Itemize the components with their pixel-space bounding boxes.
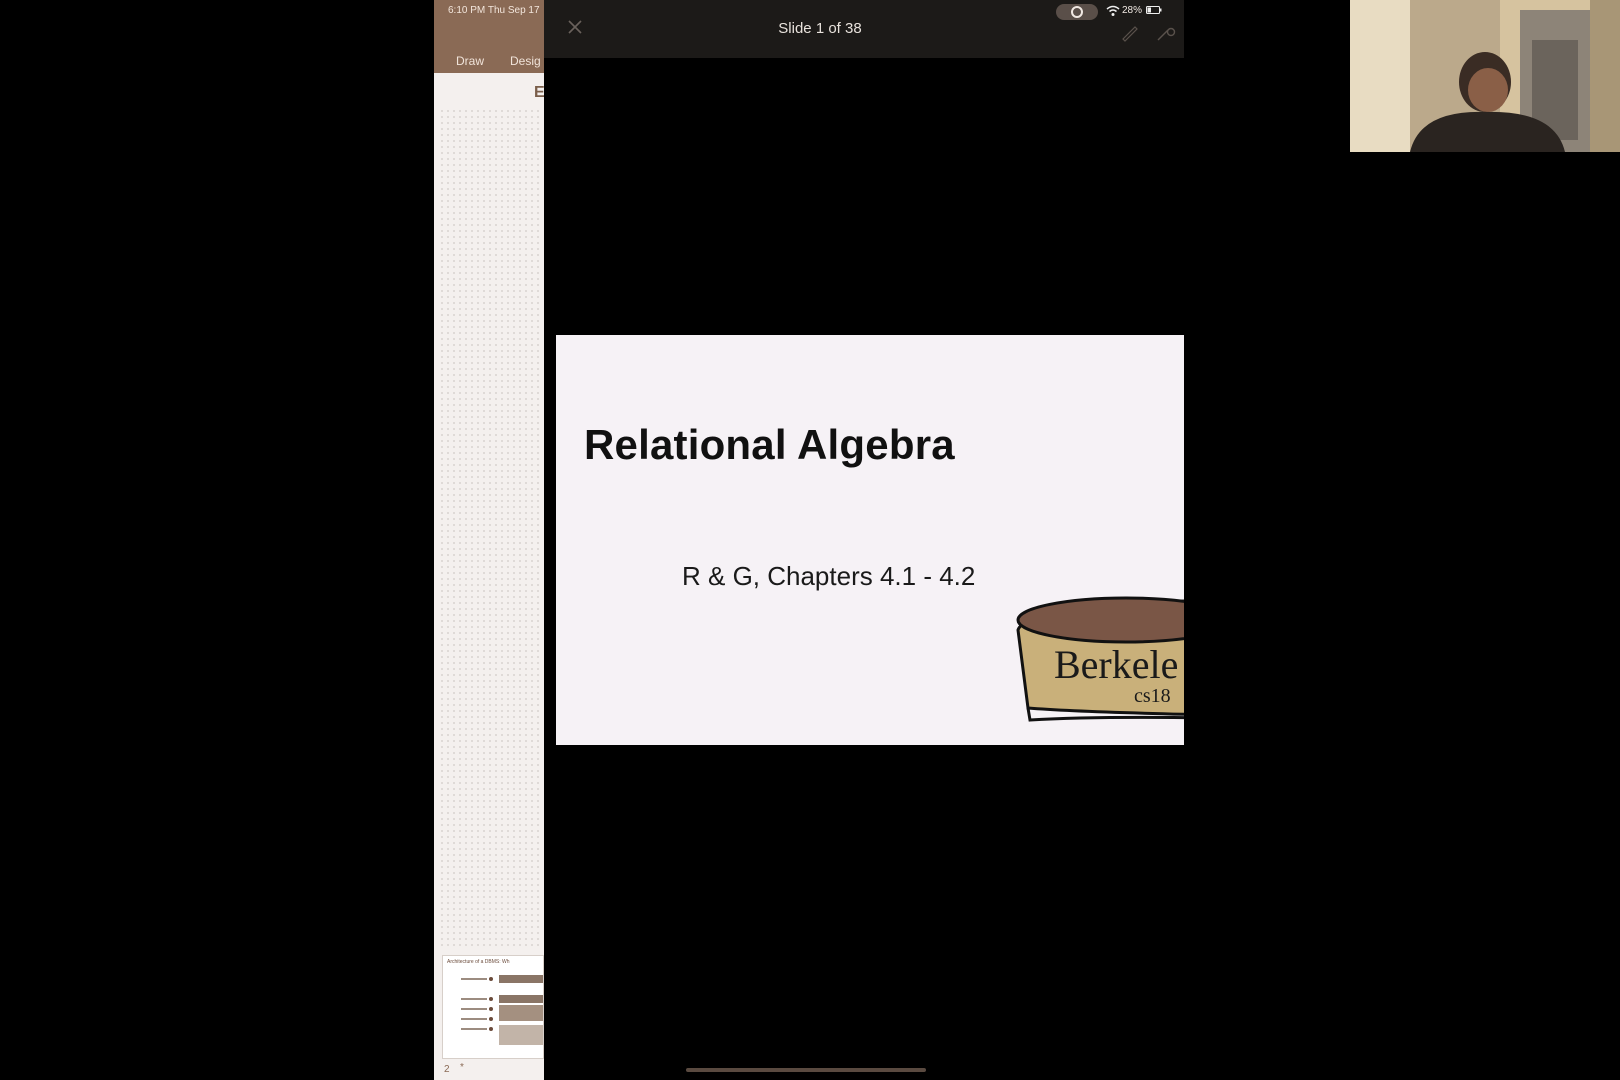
slide-counter: Slide 1 of 38 (778, 20, 862, 37)
wifi-icon (1106, 5, 1120, 16)
slide: Relational Algebra R & G, Chapters 4.1 -… (556, 335, 1184, 745)
thumbnail-dot (489, 997, 493, 1001)
thumbnail-dot (489, 1027, 493, 1031)
laser-pointer-icon[interactable] (1156, 26, 1176, 42)
slide-thumbnail[interactable]: Architecture of a DBMS: Wh (442, 955, 544, 1059)
battery-percent: 28% (1122, 5, 1143, 16)
thumbnail-box (499, 995, 543, 1003)
logo-text: Berkele (1054, 642, 1178, 687)
person-video-icon (1350, 0, 1620, 152)
slide-subtitle: R & G, Chapters 4.1 - 4.2 (682, 561, 976, 591)
battery-icon (1146, 6, 1162, 14)
slide-title: Relational Algebra (584, 421, 955, 468)
logo-subtext: cs18 (1134, 685, 1171, 707)
tab-design[interactable]: Desig (510, 54, 541, 68)
thumbnail-box (499, 975, 543, 983)
thumbnail-number: 2 (444, 1064, 450, 1075)
thumbnail-star: * (460, 1062, 464, 1073)
thumbnail-dot (489, 1007, 493, 1011)
thumbnail-dot (489, 1017, 493, 1021)
thumbnail-line (461, 1028, 487, 1030)
pen-icon[interactable] (1120, 22, 1140, 42)
presentation-topbar: Slide 1 of 38 28% (544, 0, 1184, 58)
thumbnail-line (461, 998, 487, 1000)
thumbnail-line (461, 978, 487, 980)
tab-draw[interactable]: Draw (456, 54, 484, 68)
webcam-video (1350, 0, 1620, 152)
thumbnail-dot (489, 977, 493, 981)
editor-canvas (439, 108, 542, 948)
editor-background: 6:10 PM Thu Sep 17 Draw Desig E Architec… (434, 0, 544, 1080)
presentation-view: Slide 1 of 38 28% Relational Algebra R &… (544, 0, 1184, 1080)
thumbnail-box (499, 1025, 543, 1045)
thumbnail-line (461, 1018, 487, 1020)
thumbnail-line (461, 1008, 487, 1010)
editor-partial-heading: E (534, 84, 544, 101)
berkeley-logo: Berkele cs18 (1016, 596, 1184, 722)
status-time: 6:10 PM Thu Sep 17 (448, 5, 540, 16)
thumbnail-title: Architecture of a DBMS: Wh (447, 959, 510, 965)
thumbnail-box (499, 1005, 543, 1021)
home-indicator (686, 1068, 926, 1072)
editor-toolbar: 6:10 PM Thu Sep 17 Draw Desig (434, 0, 544, 73)
record-icon[interactable] (1056, 4, 1098, 20)
